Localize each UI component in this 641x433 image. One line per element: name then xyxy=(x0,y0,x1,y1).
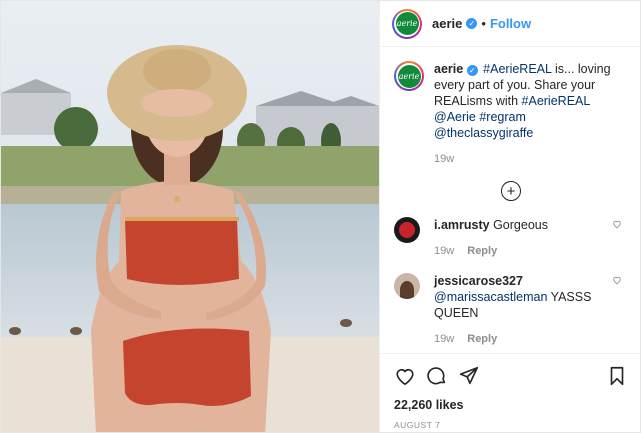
load-more: + xyxy=(394,181,628,201)
post-header: aerie aerie ✓ • Follow xyxy=(380,1,640,47)
caption: aerie aerie ✓ #AerieREAL is... loving ev… xyxy=(394,61,628,167)
hashtag-link[interactable]: #regram xyxy=(479,110,526,124)
bookmark-icon[interactable] xyxy=(606,365,628,387)
caption-avatar[interactable]: aerie xyxy=(394,61,424,91)
separator-dot: • xyxy=(481,16,486,31)
caption-text: aerie ✓ #AerieREAL is... loving every pa… xyxy=(434,61,622,167)
mention-link[interactable]: @theclassygiraffe xyxy=(434,126,533,140)
follow-button[interactable]: Follow xyxy=(490,16,531,31)
post-photo[interactable] xyxy=(1,1,379,432)
comment-username[interactable]: jessicarose327 xyxy=(434,274,523,288)
comments-section: aerie aerie ✓ #AerieREAL is... loving ev… xyxy=(380,47,640,347)
caption-time[interactable]: 19w xyxy=(434,151,622,167)
heart-icon[interactable] xyxy=(394,365,416,387)
comment-time[interactable]: 19w xyxy=(434,333,454,345)
comment-meta: 19w Reply xyxy=(434,243,622,259)
plus-circle-icon[interactable]: + xyxy=(501,181,521,201)
mention-link[interactable]: @marissacastleman xyxy=(434,290,547,304)
comment-icon[interactable] xyxy=(426,365,448,387)
verified-icon: ✓ xyxy=(466,18,478,29)
account-name[interactable]: aerie xyxy=(432,16,462,31)
action-icons xyxy=(394,364,628,388)
reply-button[interactable]: Reply xyxy=(467,245,497,257)
reply-button[interactable]: Reply xyxy=(467,333,497,345)
like-comment-heart-icon[interactable] xyxy=(612,275,622,285)
post-actions: 22,260 likes AUGUST 7 xyxy=(380,353,640,432)
post-date[interactable]: AUGUST 7 xyxy=(394,420,628,430)
caption-username[interactable]: aerie xyxy=(434,62,463,76)
comment-meta: 19w Reply xyxy=(434,331,622,347)
post-sidebar: aerie aerie ✓ • Follow aerie aerie ✓ #Ae… xyxy=(379,1,640,432)
verified-icon: ✓ xyxy=(466,65,478,76)
brand-logo: aerie xyxy=(395,12,419,35)
hashtag-link[interactable]: #AerieREAL xyxy=(522,94,590,108)
share-icon[interactable] xyxy=(458,365,480,387)
comment-text: i.amrusty Gorgeous 19w Reply xyxy=(434,217,622,259)
brand-logo: aerie xyxy=(397,64,421,88)
comment-time[interactable]: 19w xyxy=(434,245,454,257)
comment: i.amrusty Gorgeous 19w Reply xyxy=(394,217,628,259)
comment-body: Gorgeous xyxy=(493,218,548,232)
like-comment-heart-icon[interactable] xyxy=(612,219,622,229)
mention-link[interactable]: @Aerie xyxy=(434,110,476,124)
instagram-post: aerie aerie ✓ • Follow aerie aerie ✓ #Ae… xyxy=(0,0,641,433)
account-avatar[interactable]: aerie xyxy=(392,8,422,39)
hashtag-link[interactable]: #AerieREAL xyxy=(483,62,551,76)
commenter-avatar[interactable] xyxy=(394,273,420,299)
comment: jessicarose327 @marissacastleman YASSS Q… xyxy=(394,273,628,347)
likes-count[interactable]: 22,260 likes xyxy=(394,398,628,412)
comment-text: jessicarose327 @marissacastleman YASSS Q… xyxy=(434,273,622,347)
comment-username[interactable]: i.amrusty xyxy=(434,218,490,232)
commenter-avatar[interactable] xyxy=(394,217,420,243)
